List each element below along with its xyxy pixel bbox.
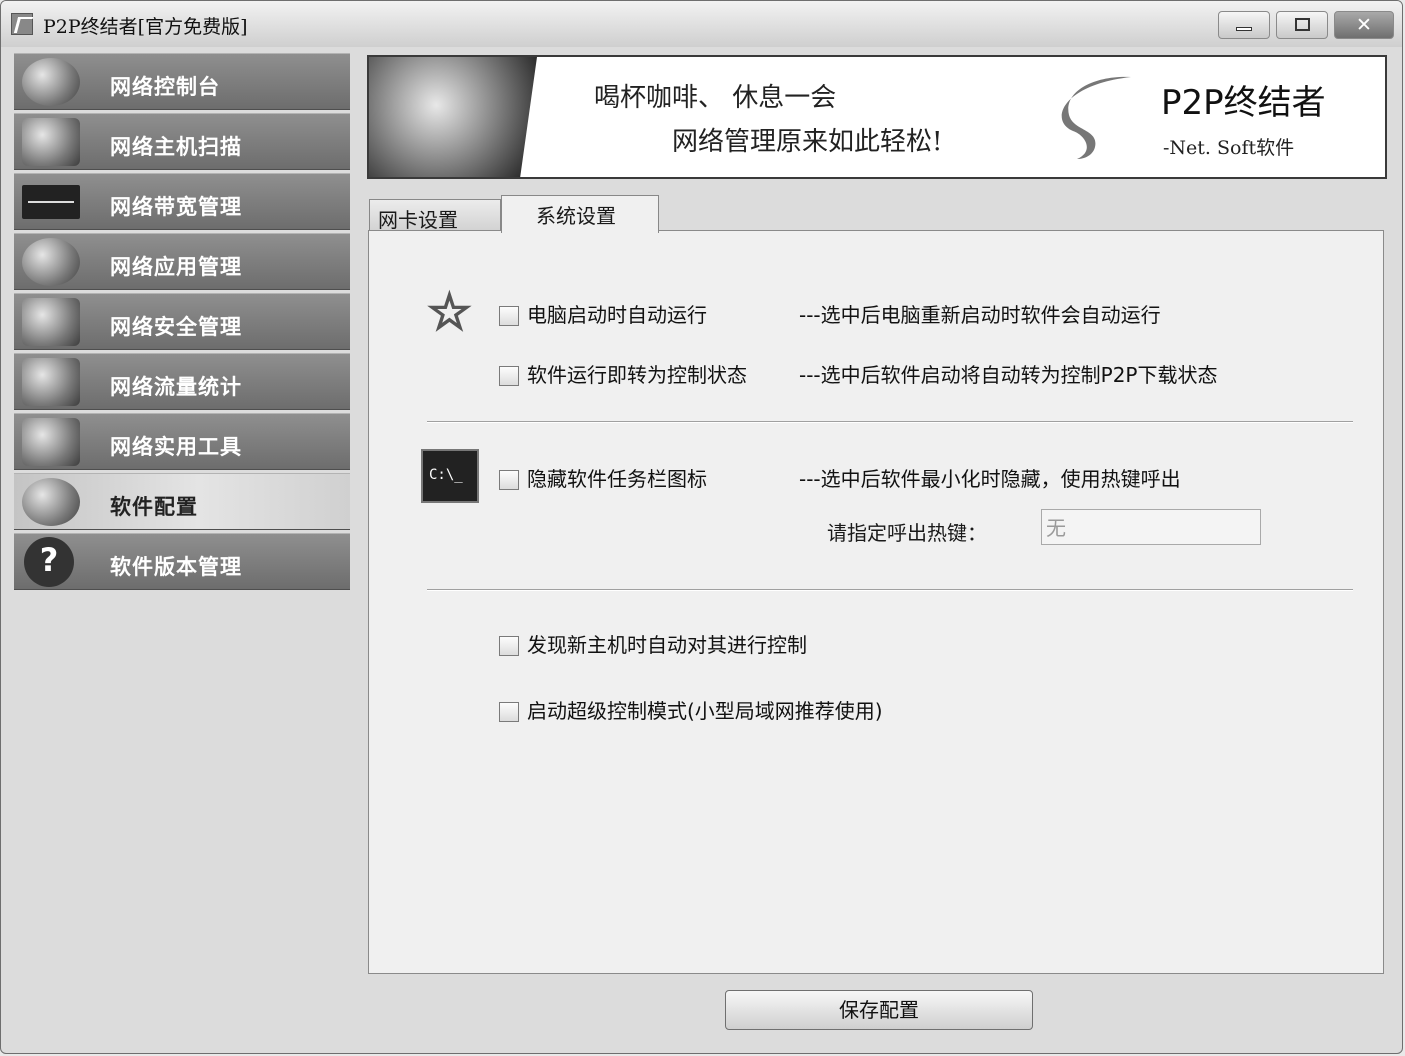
keys-icon	[22, 298, 80, 346]
autostart-label: 电脑启动时自动运行	[527, 303, 707, 327]
banner-slogan-1: 喝杯咖啡、 休息一会	[594, 83, 837, 113]
sidebar-item-config[interactable]: 软件配置	[14, 473, 350, 530]
sidebar-item-label: 网络实用工具	[110, 435, 242, 459]
minimize-icon	[1236, 27, 1252, 31]
chart-icon	[22, 358, 80, 406]
gear-globe-icon	[22, 478, 80, 526]
divider	[427, 421, 1353, 423]
auto-control-new-host-option: 发现新主机时自动对其进行控制	[499, 629, 807, 658]
question-icon: ?	[24, 537, 74, 587]
sidebar-item-label: 网络带宽管理	[110, 195, 242, 219]
window-title: P2P终结者[官方免费版]	[43, 16, 248, 38]
auto-control-new-host-label: 发现新主机时自动对其进行控制	[527, 633, 807, 657]
minimize-button[interactable]	[1218, 11, 1270, 39]
apps-icon	[22, 238, 80, 286]
maximize-icon	[1295, 18, 1310, 31]
app-window: P2P终结者[官方免费版] ✕ 网络控制台 网络主机扫描 网络带宽管理 网络应用…	[0, 0, 1403, 1054]
sidebar-item-label: 网络流量统计	[110, 375, 242, 399]
hotkey-label: 请指定呼出热键：	[827, 521, 987, 545]
save-config-button[interactable]: 保存配置	[725, 990, 1033, 1030]
divider	[427, 589, 1353, 591]
maximize-button[interactable]	[1276, 11, 1328, 39]
tab-system-settings[interactable]: 系统设置	[501, 195, 659, 233]
sidebar-item-apps[interactable]: 网络应用管理	[14, 233, 350, 290]
sidebar-item-bandwidth[interactable]: 网络带宽管理	[14, 173, 350, 230]
close-icon: ✕	[1356, 14, 1372, 36]
super-control-mode-checkbox[interactable]	[499, 702, 519, 722]
super-control-mode-label: 启动超级控制模式(小型局域网推荐使用)	[527, 699, 883, 723]
control-on-start-label: 软件运行即转为控制状态	[527, 363, 747, 387]
sidebar-item-label: 软件配置	[110, 495, 198, 519]
globe-icon	[22, 58, 80, 106]
autostart-desc: ---选中后电脑重新启动时软件会自动运行	[799, 303, 1161, 327]
auto-control-new-host-checkbox[interactable]	[499, 636, 519, 656]
sidebar-item-tools[interactable]: 网络实用工具	[14, 413, 350, 470]
banner-slogan-2: 网络管理原来如此轻松!	[672, 127, 943, 157]
hide-tray-checkbox[interactable]	[499, 470, 519, 490]
console-icon: C:\_	[421, 449, 479, 503]
title-bar: P2P终结者[官方免费版] ✕	[1, 1, 1402, 47]
brand-name: P2P终结者	[1161, 83, 1326, 123]
sidebar-item-label: 网络安全管理	[110, 315, 242, 339]
sidebar-item-label: 网络控制台	[110, 75, 220, 99]
sidebar-item-label: 软件版本管理	[110, 555, 242, 579]
hotkey-input[interactable]: 无	[1041, 509, 1261, 545]
control-on-start-option: 软件运行即转为控制状态	[499, 359, 747, 388]
close-button[interactable]: ✕	[1334, 11, 1394, 39]
tools-icon	[22, 418, 80, 466]
sidebar-nav: 网络控制台 网络主机扫描 网络带宽管理 网络应用管理 网络安全管理 网络流量统计…	[14, 53, 350, 593]
autostart-option: 电脑启动时自动运行	[499, 299, 707, 328]
sidebar-item-label: 网络主机扫描	[110, 135, 242, 159]
banner-photo	[369, 57, 537, 177]
computer-icon	[22, 118, 80, 166]
banner: 喝杯咖啡、 休息一会 网络管理原来如此轻松! P2P终结者 -Net. Soft…	[367, 55, 1387, 179]
super-control-mode-option: 启动超级控制模式(小型局域网推荐使用)	[499, 695, 883, 724]
brand-logo	[1061, 76, 1131, 159]
hide-tray-desc: ---选中后软件最小化时隐藏，使用热键呼出	[799, 467, 1181, 491]
sidebar-item-traffic[interactable]: 网络流量统计	[14, 353, 350, 410]
autostart-checkbox[interactable]	[499, 306, 519, 326]
sidebar-item-version[interactable]: ? 软件版本管理	[14, 533, 350, 590]
window-controls: ✕	[1212, 11, 1394, 39]
sidebar-item-security[interactable]: 网络安全管理	[14, 293, 350, 350]
hide-tray-option: 隐藏软件任务栏图标	[499, 463, 707, 492]
sidebar-item-label: 网络应用管理	[110, 255, 242, 279]
system-settings-panel: ☆ 电脑启动时自动运行 ---选中后电脑重新启动时软件会自动运行 软件运行即转为…	[368, 230, 1384, 974]
hide-tray-label: 隐藏软件任务栏图标	[527, 467, 707, 491]
sidebar-item-host-scan[interactable]: 网络主机扫描	[14, 113, 350, 170]
sidebar-item-console[interactable]: 网络控制台	[14, 53, 350, 110]
control-on-start-desc: ---选中后软件启动将自动转为控制P2P下载状态	[799, 363, 1218, 387]
waveform-icon	[22, 185, 80, 219]
control-on-start-checkbox[interactable]	[499, 366, 519, 386]
tab-nic-settings[interactable]: 网卡设置	[369, 199, 501, 232]
app-icon	[11, 13, 33, 35]
brand-subtitle: -Net. Soft软件	[1163, 137, 1295, 159]
star-icon: ☆	[426, 283, 473, 341]
